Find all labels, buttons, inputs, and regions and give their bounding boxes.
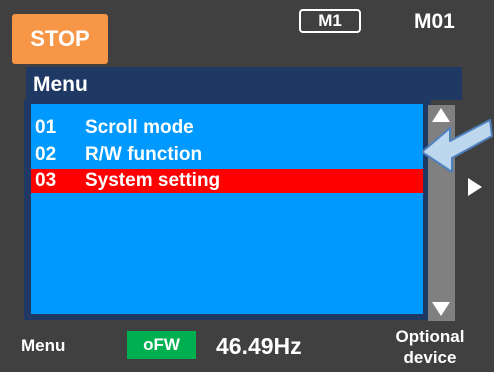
optional-device-label[interactable]: Optional device [377, 326, 483, 368]
menu-item-label: Scroll mode [85, 117, 194, 138]
menu-item-number: 03 [35, 170, 57, 191]
mode-badge: M1 [299, 9, 361, 33]
menu-item-label: System setting [85, 170, 221, 191]
menu-item-scroll-mode[interactable]: 01 Scroll mode [31, 116, 423, 140]
frequency-readout: 46.49Hz [216, 333, 302, 359]
footer-menu-label[interactable]: Menu [21, 336, 65, 356]
menu-item-rw-function[interactable]: 02 R/W function [31, 143, 423, 167]
direction-badge: oFW [127, 331, 196, 359]
triangle-right-icon[interactable] [468, 178, 482, 196]
direction-label: oFW [143, 335, 180, 354]
status-label: STOP [30, 26, 90, 51]
menu-item-number: 01 [35, 117, 57, 138]
menu-item-system-setting[interactable]: 03 System setting [31, 169, 423, 193]
mode-badge-label: M1 [318, 11, 342, 30]
optional-device-line2: device [403, 348, 457, 367]
menu-item-label: R/W function [85, 144, 203, 165]
status-badge: STOP [12, 14, 108, 64]
triangle-down-icon[interactable] [432, 302, 450, 316]
mode-code: M01 [414, 10, 455, 33]
callout-arrow-icon [421, 119, 493, 173]
optional-device-line1: Optional [395, 327, 465, 346]
menu-title: Menu [26, 67, 462, 100]
menu-item-number: 02 [35, 144, 57, 165]
